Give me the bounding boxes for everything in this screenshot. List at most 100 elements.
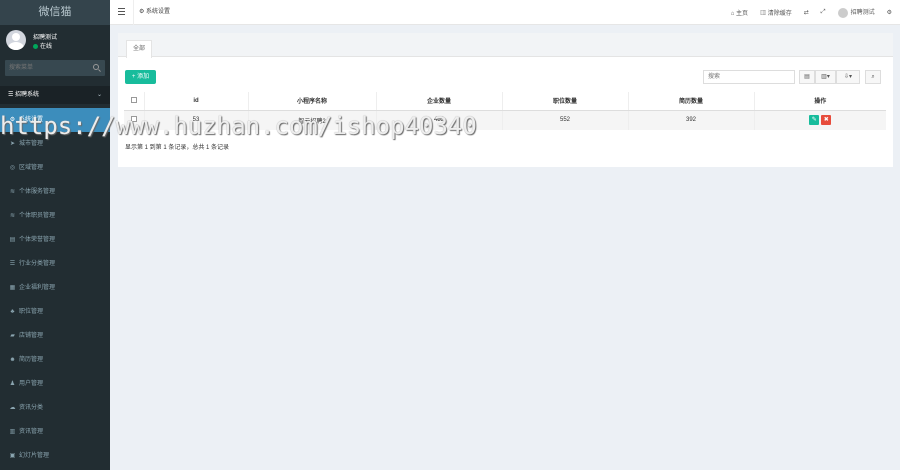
sidebar-item-resumes[interactable]: ☻ 简历管理 [0, 348, 110, 372]
chevron-down-icon: ⌄ [96, 92, 102, 98]
avatar [6, 30, 26, 50]
trash-icon: ▥ [760, 11, 768, 17]
tab-system-settings[interactable]: ⚙ 系统设置 [139, 0, 170, 25]
hamburger-icon[interactable] [118, 8, 125, 15]
sidebar-item-staff[interactable]: ≋ 个体职员管理 [0, 204, 110, 228]
table-row[interactable]: 53 智云招聘2 453 552 392 ✎ ✖ [124, 110, 886, 130]
avatar [837, 7, 848, 18]
sidebar-item-label: 个体荣誉管理 [19, 237, 56, 243]
row-checkbox-cell[interactable] [124, 110, 144, 130]
clear-cache-label: 清除缓存 [767, 11, 792, 17]
sitemap-icon: ♣ [10, 309, 15, 315]
sidebar-item-label: 企业福利管理 [19, 285, 56, 291]
cell-actions: ✎ ✖ [753, 110, 886, 130]
image-icon: ▣ [9, 453, 16, 459]
folder-icon: ▰ [10, 333, 15, 339]
select-all-header[interactable] [124, 92, 144, 111]
rss-icon: ≋ [9, 213, 16, 219]
sidebar-item-jobs[interactable]: ♣ 职位管理 [0, 300, 110, 324]
sidebar-menu: ⚙ 系统设置 ➤ 城市管理 ◎ 区域管理 ≋ 个体服务管理 ≋ 个体职员管理 ▤ 个体荣誉管… [0, 108, 110, 468]
gears-icon: ⚙ [9, 117, 16, 123]
sidebar-item-welfare[interactable]: ▦ 企业福利管理 [0, 276, 110, 300]
column-header[interactable]: 简历数量 [627, 92, 754, 111]
rss-icon: ≋ [9, 189, 16, 195]
section-label: 招聘系统 [15, 92, 40, 98]
export-icon[interactable]: ⇩▾ [836, 70, 860, 84]
cell-jobs: 552 [501, 110, 628, 130]
sidebar-item-news-categories[interactable]: ☁ 资讯分类 [0, 396, 110, 420]
tab-all[interactable]: 全部 [126, 40, 153, 58]
sidebar-item-honors[interactable]: ▤ 个体荣誉管理 [0, 228, 110, 252]
topbar: ⚙ 系统设置 ⌂ 主页 ▥ 清除缓存 ⇄ ⤢ 招聘测试 ⚙ [110, 0, 900, 25]
column-header[interactable]: id [143, 92, 248, 111]
sidebar-item-label: 职位管理 [19, 309, 44, 315]
sidebar-item-label: 简历管理 [19, 357, 44, 363]
translate-icon[interactable]: ⇄ [804, 9, 809, 16]
sidebar-item-news[interactable]: ▥ 资讯管理 [0, 420, 110, 444]
table-search-input[interactable] [703, 70, 795, 84]
sidebar: 微信猫 招聘测试 在线 ☰ 招聘系统 ⌄ ⚙系统设置 ➤城市管理 ◎区域管理 ≋… [0, 0, 110, 470]
sidebar-item-regions[interactable]: ◎ 区域管理 [0, 156, 110, 180]
panel-tabs: 全部 [118, 33, 893, 58]
edit-icon[interactable]: ✎ [809, 115, 820, 126]
menu-section-header[interactable]: ☰ 招聘系统 ⌄ [0, 86, 110, 104]
home-link[interactable]: ⌂ 主页 [731, 8, 748, 17]
user-icon: ♟ [9, 381, 16, 387]
user-name: 招聘测试 [33, 35, 58, 41]
users-icon: ☻ [9, 357, 16, 363]
sidebar-item-label: 行业分类管理 [19, 261, 56, 267]
sidebar-item-users[interactable]: ♟ 用户管理 [0, 372, 110, 396]
sidebar-item-label: 幻灯片管理 [19, 453, 50, 459]
sidebar-item-shops[interactable]: ▰ 店铺管理 [0, 324, 110, 348]
topbar-right: ⌂ 主页 ▥ 清除缓存 ⇄ ⤢ 招聘测试 ⚙ [731, 0, 900, 25]
sidebar-item-label: 店铺管理 [19, 333, 44, 339]
search-icon[interactable] [93, 64, 99, 70]
column-header[interactable]: 企业数量 [375, 92, 502, 111]
tab-label: 系统设置 [146, 9, 171, 15]
column-header: 操作 [753, 92, 886, 111]
pagination-info: 显示第 1 到第 1 条记录，总共 1 条记录 [125, 145, 230, 151]
fullscreen-icon[interactable]: ⤢ [821, 9, 826, 16]
cloud-icon: ☁ [9, 405, 16, 411]
cell-companies: 453 [375, 110, 502, 130]
sidebar-item-label: 个体服务管理 [19, 189, 56, 195]
globe-icon: ◎ [9, 165, 16, 171]
column-header[interactable]: 职位数量 [501, 92, 628, 111]
add-button[interactable]: + 添加 [125, 70, 156, 84]
content-panel: 全部 + 添加 ▤ ▥▾ ⇩▾ ⌕ id 小程序名称 企业数量 职位数量 简历数… [118, 33, 893, 167]
brand-logo[interactable]: 微信猫 [0, 0, 110, 25]
user-menu[interactable]: 招聘测试 [837, 7, 875, 18]
checkbox[interactable] [130, 116, 137, 123]
user-panel: 招聘测试 在线 [0, 25, 110, 57]
search-icon[interactable]: ⌕ [865, 70, 881, 84]
sidebar-item-system-settings[interactable]: ⚙ 系统设置 [0, 108, 110, 132]
settings-icon[interactable]: ⚙ [887, 9, 892, 16]
username: 招聘测试 [850, 10, 875, 17]
sidebar-item-services[interactable]: ≋ 个体服务管理 [0, 180, 110, 204]
list-icon: ☰ [9, 261, 16, 267]
cell-resumes: 392 [627, 110, 754, 130]
user-status: 在线 [33, 41, 52, 50]
clear-cache-button[interactable]: ▥ 清除缓存 [760, 8, 792, 17]
sidebar-item-label: 资讯管理 [19, 429, 44, 435]
sidebar-search [5, 60, 105, 76]
sidebar-item-cities[interactable]: ➤ 城市管理 [0, 132, 110, 156]
checkbox[interactable] [130, 96, 137, 103]
delete-icon[interactable]: ✖ [821, 115, 832, 126]
columns-icon[interactable]: ▥▾ [815, 70, 836, 84]
sidebar-item-label: 资讯分类 [19, 405, 44, 411]
data-table: id 小程序名称 企业数量 职位数量 简历数量 操作 53 智云招聘2 453 … [124, 92, 886, 130]
table-header-row: id 小程序名称 企业数量 职位数量 简历数量 操作 [124, 92, 886, 111]
sidebar-item-slides[interactable]: ▣ 幻灯片管理 [0, 444, 110, 468]
divider [133, 0, 134, 25]
sidebar-item-industry[interactable]: ☰ 行业分类管理 [0, 252, 110, 276]
sidebar-item-label: 城市管理 [19, 141, 44, 147]
status-text: 在线 [40, 44, 53, 50]
online-dot-icon [33, 43, 38, 49]
sidebar-item-label: 区域管理 [19, 165, 44, 171]
column-header[interactable]: 小程序名称 [247, 92, 376, 111]
sidebar-search-input[interactable] [5, 60, 87, 76]
toggle-view-icon[interactable]: ▤ [799, 70, 815, 84]
list-alt-icon: ▤ [9, 237, 16, 243]
sidebar-item-label: 个体职员管理 [19, 213, 56, 219]
